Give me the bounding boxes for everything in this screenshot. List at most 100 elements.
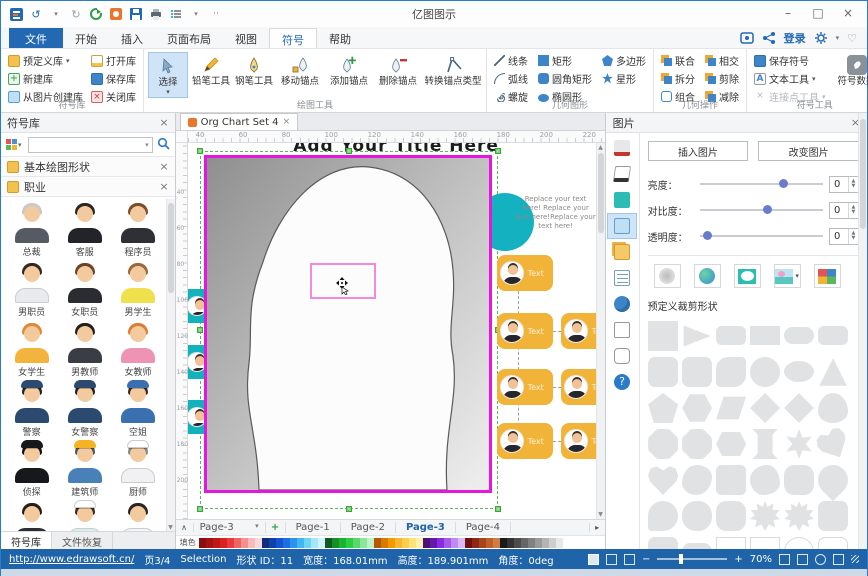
crop-shape[interactable] (750, 393, 780, 423)
crop-shape[interactable] (750, 465, 780, 495)
slider-handle[interactable] (763, 205, 772, 214)
predefined-library-button[interactable]: 预定义库▾ (5, 52, 86, 69)
crop-shape[interactable] (784, 465, 814, 495)
crop-shape[interactable] (648, 465, 678, 495)
tab-开始[interactable]: 开始 (63, 28, 109, 48)
color-swatch[interactable] (486, 538, 493, 548)
qat-more-icon[interactable]: ·· (209, 7, 223, 21)
tab-页面布局[interactable]: 页面布局 (155, 28, 223, 48)
crop-shape[interactable] (716, 465, 746, 495)
symbol-item[interactable]: 空姐 (111, 381, 164, 439)
crop-shape[interactable] (750, 429, 780, 459)
symbol-item[interactable]: 女警察 (58, 381, 111, 439)
org-chart-box[interactable]: Text (497, 255, 553, 291)
fill-style-tab[interactable] (607, 135, 637, 161)
color-swatch[interactable] (213, 538, 220, 548)
sidebar-bottom-tab-文件恢复[interactable]: 文件恢复 (52, 532, 113, 549)
color-swatch[interactable] (402, 538, 409, 548)
change-picture-button[interactable]: 改变图片 (758, 141, 859, 161)
zoom-slider-thumb[interactable] (679, 554, 683, 564)
symbol-item[interactable]: 总裁 (5, 201, 58, 259)
collapse-pages-icon[interactable]: ∧ (176, 523, 194, 532)
gear-icon[interactable] (814, 31, 828, 45)
comment-tab[interactable] (607, 343, 637, 369)
scrollbar-down-icon[interactable]: ▼ (167, 524, 175, 531)
scroll-pages-right-icon[interactable]: ▸ (589, 523, 605, 532)
color-swatch[interactable] (423, 538, 430, 548)
select-tool-button[interactable]: 选择▾ (148, 52, 188, 98)
org-chart-box[interactable]: Text (497, 369, 553, 405)
qat-dropdown-icon[interactable]: ▾ (189, 7, 203, 21)
color-swatch[interactable] (276, 538, 283, 548)
brightness-slider[interactable] (700, 183, 823, 185)
color-swatch[interactable] (374, 538, 381, 548)
crop-shape[interactable] (648, 321, 678, 351)
search-input[interactable]: ▾ (28, 137, 153, 153)
scroll-up-icon[interactable]: ▲ (597, 144, 605, 151)
save-icon[interactable] (129, 7, 143, 21)
hyperlink-tab[interactable] (607, 291, 637, 317)
symbol-item[interactable]: 女职员 (58, 261, 111, 319)
symbol-item[interactable]: 男职员 (5, 261, 58, 319)
polygon-shape-button[interactable]: 多边形 (599, 52, 649, 69)
library-selector-button[interactable]: ▾ (6, 137, 24, 152)
color-swatch[interactable] (514, 538, 521, 548)
symbol-data-button[interactable]: 符号数据 (835, 52, 868, 98)
color-swatch[interactable] (535, 538, 542, 548)
crop-shape[interactable] (750, 537, 780, 549)
panel-scrollbar[interactable] (858, 133, 867, 549)
crop-shape[interactable] (818, 501, 848, 531)
crop-shape[interactable] (784, 393, 814, 423)
document-close-icon[interactable]: × (283, 117, 291, 127)
crop-shape[interactable] (818, 326, 848, 345)
save-symbol-button[interactable]: 保存符号 (751, 52, 829, 69)
color-swatch[interactable] (325, 538, 332, 548)
symbol-item[interactable] (58, 501, 111, 531)
magnifier-icon[interactable] (815, 554, 826, 565)
crop-shape[interactable] (750, 501, 780, 531)
selection-handle[interactable] (495, 148, 501, 154)
redo-icon[interactable]: ↻ (69, 7, 83, 21)
color-swatch[interactable] (409, 538, 416, 548)
color-swatch[interactable] (416, 538, 423, 548)
tab-帮助[interactable]: 帮助 (317, 28, 363, 48)
tab-视图[interactable]: 视图 (223, 28, 269, 48)
page-selector-dropdown[interactable]: Page-3▾ (194, 522, 266, 533)
spinner-arrows[interactable]: ▲▼ (848, 229, 858, 244)
canvas-vertical-scrollbar[interactable]: ▲ ▼ (596, 143, 605, 519)
color-effect-button[interactable] (694, 264, 721, 288)
crop-shape[interactable] (682, 429, 712, 459)
crop-shape[interactable] (682, 501, 712, 531)
zoom-out-button[interactable]: − (642, 554, 650, 565)
color-swatch[interactable] (493, 538, 500, 548)
selection-handle[interactable] (495, 506, 501, 512)
crop-shape[interactable] (818, 357, 848, 387)
add-page-button[interactable]: + (266, 522, 286, 533)
symbol-item[interactable]: 建筑师 (58, 441, 111, 499)
crop-shape[interactable] (813, 424, 854, 465)
color-swatch[interactable] (444, 538, 451, 548)
crop-shape[interactable] (716, 429, 746, 459)
rounded-rectangle-shape-button[interactable]: 圆角矩形 (535, 70, 595, 87)
color-swatch[interactable] (451, 538, 458, 548)
notes-tab[interactable] (607, 265, 637, 291)
page-tab-Page-3[interactable]: Page-3 (396, 522, 456, 533)
canvas-viewport[interactable]: Add Your Title Here Replace your text he… (188, 143, 605, 519)
star-shape-button[interactable]: 星形 (599, 70, 649, 87)
page-tab-Page-2[interactable]: Page-2 (341, 522, 396, 533)
grid-icon[interactable] (833, 554, 844, 565)
refresh-icon[interactable] (89, 7, 103, 21)
transparency-slider[interactable] (700, 235, 823, 237)
crop-shape[interactable] (648, 357, 678, 387)
crop-shape[interactable] (648, 393, 678, 423)
divide-button[interactable]: 拆分 (658, 70, 698, 87)
normal-view-icon[interactable] (588, 554, 599, 565)
edrawsoft-link[interactable]: http://www.edrawsoft.cn/ (9, 554, 134, 565)
color-swatch[interactable] (220, 538, 227, 548)
frame-effect-button[interactable] (734, 264, 761, 288)
section-close-icon[interactable]: × (159, 160, 168, 173)
color-swatch[interactable] (507, 538, 514, 548)
spinner-arrows[interactable]: ▲▼ (848, 177, 858, 192)
line-shape-button[interactable]: 线条 (491, 52, 531, 69)
search-icon[interactable] (157, 135, 170, 154)
